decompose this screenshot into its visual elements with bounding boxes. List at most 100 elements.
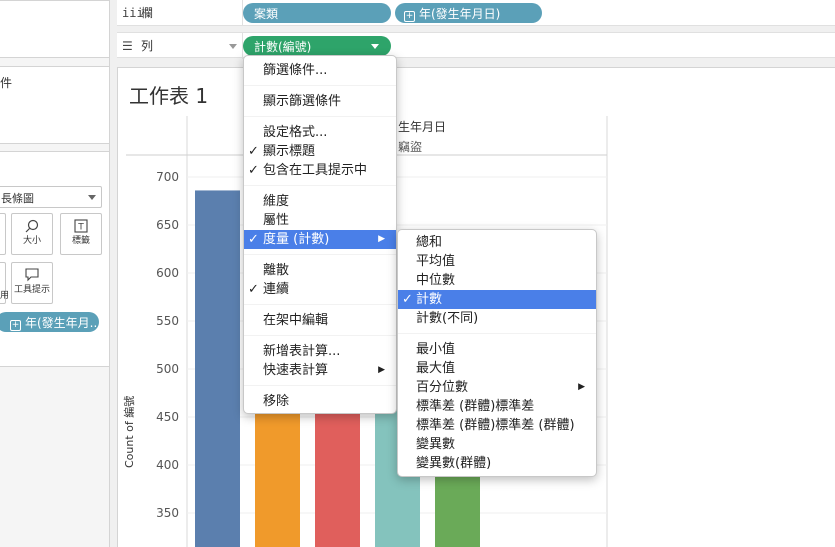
checkmark-icon: ✓ [248, 282, 259, 297]
label-mark-button[interactable]: T 標籤 [60, 213, 102, 255]
columns-shelf-title: 欄 [141, 6, 154, 20]
y-tick-label: 550 [156, 314, 179, 328]
menu-item-label: 總和 [416, 235, 443, 250]
size-mark-button[interactable]: 大小 [11, 213, 53, 255]
menu-item-label: 標準差 (群體)標準差 [416, 399, 535, 414]
menu-item-label: 移除 [263, 394, 290, 409]
menu-item-dimension[interactable]: 維度 [244, 192, 396, 211]
caret-down-icon[interactable] [371, 44, 379, 49]
svg-text:T: T [77, 223, 84, 233]
menu-item-include-tooltip[interactable]: ✓ 包含在工具提示中 [244, 161, 396, 180]
color-mark-button[interactable] [0, 213, 6, 255]
tooltip-mark-button[interactable]: 工具提示 [11, 262, 53, 304]
checkmark-icon: ✓ [248, 163, 259, 178]
menu-item-label: 連續 [263, 282, 290, 297]
marks-pill-year[interactable]: + 年(發生年月.. [0, 312, 99, 332]
chevron-down-icon[interactable] [229, 44, 237, 49]
size-mark-label: 大小 [22, 236, 41, 246]
menu-item-label: 篩選條件... [263, 63, 328, 78]
menu-item-show-header[interactable]: ✓ 顯示標題 [244, 142, 396, 161]
measure-submenu: 總和 平均值 中位數 ✓ 計數 計數(不同) 最小值 最大值 百分位數 ▶ 標準差 … [397, 229, 597, 477]
column-pill-label: 案類 [254, 7, 279, 21]
menu-item-label: 平均值 [416, 254, 456, 269]
marks-pill-label: 年(發生年月.. [25, 316, 98, 330]
submenu-item-average[interactable]: 平均值 [398, 252, 596, 271]
menu-item-add-table-calc[interactable]: 新增表計算... [244, 342, 396, 361]
submenu-item-median[interactable]: 中位數 [398, 271, 596, 290]
menu-separator [244, 304, 396, 305]
filters-card[interactable] [0, 66, 110, 144]
menu-separator [244, 185, 396, 186]
menu-item-filter[interactable]: 篩選條件... [244, 61, 396, 80]
columns-shelf-label: iii欄 [122, 4, 153, 21]
submenu-item-variance-pop[interactable]: 變異數(群體) [398, 454, 596, 473]
menu-item-label: 最小值 [416, 342, 456, 357]
marks-card [0, 151, 110, 367]
submenu-item-variance[interactable]: 變異數 [398, 435, 596, 454]
menu-separator [398, 333, 596, 334]
menu-item-format[interactable]: 設定格式... [244, 123, 396, 142]
menu-separator [244, 116, 396, 117]
menu-separator [244, 254, 396, 255]
tableau-workspace: 件 長條圖 大小 T 標籤 工具提示 用 + 年(發生年月.. iii欄 案類 … [0, 0, 835, 547]
menu-item-measure[interactable]: ✓ 度量 (計數) ▶ [244, 230, 396, 249]
submenu-item-stdev[interactable]: 標準差 (群體)標準差 [398, 397, 596, 416]
menu-separator [244, 385, 396, 386]
submenu-item-stdev-pop[interactable]: 標準差 (群體)標準差 (群體) [398, 416, 596, 435]
menu-item-quick-table-calc[interactable]: 快速表計算 ▶ [244, 361, 396, 380]
checkmark-icon: ✓ [248, 232, 259, 247]
submenu-item-count[interactable]: ✓ 計數 [398, 290, 596, 309]
menu-item-show-filter[interactable]: 顯示篩選條件 [244, 92, 396, 111]
menu-item-label: 計數 [416, 292, 443, 307]
y-tick-label: 450 [156, 410, 179, 424]
columns-icon: iii [122, 6, 144, 20]
y-tick-label: 700 [156, 170, 179, 184]
mark-type-dropdown[interactable]: 長條圖 [0, 186, 102, 208]
rows-shelf[interactable]: ☰ 列 計數(編號) [117, 32, 835, 59]
menu-separator [244, 335, 396, 336]
rows-icon: ☰ [122, 39, 133, 53]
label-mark-label: 標籤 [71, 236, 90, 246]
menu-item-label: 計數(不同) [416, 311, 479, 326]
y-axis-title: Count of 編號 [123, 395, 136, 468]
menu-item-label: 顯示篩選條件 [263, 94, 342, 109]
expand-plus-icon: + [404, 11, 415, 22]
column-pill-case-type[interactable]: 案類 [243, 3, 391, 23]
menu-item-label: 最大值 [416, 361, 456, 376]
menu-item-remove[interactable]: 移除 [244, 392, 396, 411]
rows-shelf-title: 列 [141, 39, 154, 53]
submenu-item-max[interactable]: 最大值 [398, 359, 596, 378]
mark-type-value: 長條圖 [1, 192, 34, 205]
submenu-item-sum[interactable]: 總和 [398, 233, 596, 252]
size-icon [25, 219, 39, 233]
column-pill-label: 年(發生年月日) [419, 7, 501, 21]
y-tick-label: 400 [156, 458, 179, 472]
menu-item-continuous[interactable]: ✓ 連續 [244, 280, 396, 299]
menu-item-label: 變異數 [416, 437, 456, 452]
left-panel: 件 長條圖 大小 T 標籤 工具提示 用 + 年(發生年月.. [0, 0, 110, 547]
submenu-item-percentile[interactable]: 百分位數 ▶ [398, 378, 596, 397]
submenu-item-min[interactable]: 最小值 [398, 340, 596, 359]
bar [195, 190, 240, 547]
tooltip-icon [25, 268, 39, 282]
filters-card-title: 件 [0, 76, 13, 90]
submenu-item-count-distinct[interactable]: 計數(不同) [398, 309, 596, 328]
menu-item-label: 在架中編輯 [263, 313, 329, 328]
columns-shelf[interactable]: iii欄 案類 + 年(發生年月日) [117, 0, 835, 26]
menu-item-attribute[interactable]: 屬性 [244, 211, 396, 230]
column-pill-year[interactable]: + 年(發生年月日) [395, 3, 542, 23]
y-tick-label: 650 [156, 218, 179, 232]
menu-item-label: 變異數(群體) [416, 456, 492, 471]
menu-item-edit-in-shelf[interactable]: 在架中編輯 [244, 311, 396, 330]
menu-item-label: 標準差 (群體)標準差 (群體) [416, 418, 575, 433]
submenu-arrow-icon: ▶ [378, 365, 385, 375]
menu-item-discrete[interactable]: 離散 [244, 261, 396, 280]
row-pill-count-id[interactable]: 計數(編號) [243, 36, 391, 56]
checkmark-icon: ✓ [248, 144, 259, 159]
column-header-case: 竊盜 [398, 140, 423, 154]
menu-item-label: 新增表計算... [263, 344, 341, 359]
chevron-down-icon [88, 195, 96, 200]
column-header-year: 生年月日 [398, 120, 447, 134]
menu-item-label: 維度 [263, 194, 290, 209]
submenu-arrow-icon: ▶ [578, 382, 585, 392]
